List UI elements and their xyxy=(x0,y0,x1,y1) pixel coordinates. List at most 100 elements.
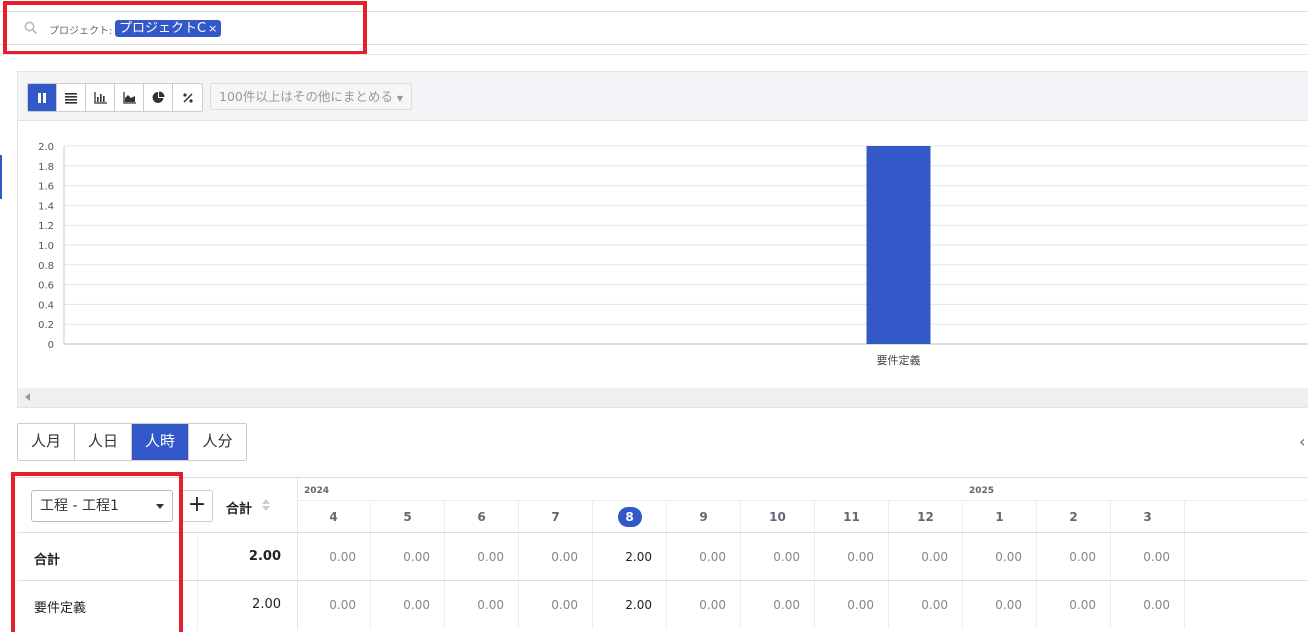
month-header[interactable]: 9 xyxy=(667,501,741,533)
month-header[interactable]: 10 xyxy=(741,501,815,533)
group-others-label: 100件以上はその他にまとめる xyxy=(219,89,393,104)
chart-type-group xyxy=(27,83,203,112)
month-label: 5 xyxy=(403,510,412,524)
months-header: 4 5 6 7 8 9 10 11 12 1 2 3 xyxy=(297,500,1308,533)
y-tick-label: 0.8 xyxy=(38,261,54,272)
table-cell: 0.00 xyxy=(1037,533,1111,581)
month-label: 4 xyxy=(329,510,338,524)
highlight-box-table xyxy=(11,472,183,632)
percent-button[interactable] xyxy=(173,84,202,111)
month-header[interactable]: 12 xyxy=(889,501,963,533)
data-table: 工程 - 工程1 + 合計 2024 2025 4 5 6 7 8 9 10 11 12 1 2 3 … xyxy=(17,477,1308,630)
month-label: 6 xyxy=(477,510,486,524)
app-page: プロジェクト: プロジェクトC × 100件以上はその他にまとめる ▼ 0 0.… xyxy=(0,0,1308,632)
month-label: 12 xyxy=(917,510,934,524)
y-tick-label: 0.2 xyxy=(38,320,54,331)
pause-button[interactable] xyxy=(28,84,57,111)
x-tick-label: 要件定義 xyxy=(877,353,921,367)
left-accent-bar xyxy=(0,155,2,199)
pie-chart-button[interactable] xyxy=(144,84,173,111)
month-label: 2 xyxy=(1069,510,1078,524)
chevron-left-icon[interactable]: ‹ xyxy=(1299,432,1305,451)
table-cell: 0.00 xyxy=(519,533,593,581)
table-cell: 0.00 xyxy=(741,581,815,629)
chart-toolbar: 100件以上はその他にまとめる ▼ xyxy=(18,72,1308,121)
y-tick-label: 1.4 xyxy=(38,201,54,212)
y-tick-label: 0 xyxy=(48,340,54,351)
highlight-box-search xyxy=(3,1,367,55)
add-dimension-button[interactable]: + xyxy=(181,490,213,522)
table-cell: 0.00 xyxy=(741,533,815,581)
unit-button[interactable]: 人分 xyxy=(189,424,246,460)
table-cell: 0.00 xyxy=(445,533,519,581)
table-cell: 0.00 xyxy=(1037,581,1111,629)
table-cell: 0.00 xyxy=(297,533,371,581)
table-cell: 0.00 xyxy=(445,581,519,629)
year-label-2024: 2024 xyxy=(304,486,330,496)
pause-icon xyxy=(38,92,46,103)
y-tick-label: 1.2 xyxy=(38,221,54,232)
table-row: 要件定義 2.00 0.00 0.00 0.00 0.00 2.00 0.00 0.00 0.00… xyxy=(17,580,1308,629)
sort-icon[interactable] xyxy=(262,499,270,511)
y-tick-label: 1.6 xyxy=(38,182,54,193)
unit-button[interactable]: 人月 xyxy=(18,424,75,460)
divider xyxy=(0,54,1308,55)
unit-button[interactable]: 人日 xyxy=(75,424,132,460)
month-header[interactable]: 11 xyxy=(815,501,889,533)
total-column-header[interactable]: 合計 xyxy=(226,498,252,517)
chart-area: 0 0.2 0.4 0.6 0.8 1.0 1.2 1.4 1.6 1.8 2.0 要件定義 xyxy=(18,121,1308,388)
table-cell: 0.00 xyxy=(519,581,593,629)
table-cell: 0.00 xyxy=(1111,533,1185,581)
table-cell: 0.00 xyxy=(815,581,889,629)
table-cell: 0.00 xyxy=(963,533,1037,581)
list-view-button[interactable] xyxy=(57,84,86,111)
bar[interactable] xyxy=(866,146,931,344)
month-header[interactable]: 6 xyxy=(445,501,519,533)
month-header[interactable]: 3 xyxy=(1111,501,1185,533)
horizontal-scrollbar[interactable] xyxy=(18,388,1308,407)
scroll-left-arrow-icon[interactable] xyxy=(25,393,30,401)
row-total: 2.00 xyxy=(252,597,281,612)
table-cell: 0.00 xyxy=(297,581,371,629)
table-cell: 0.00 xyxy=(1111,581,1185,629)
month-header[interactable]: 5 xyxy=(371,501,445,533)
table-cell: 0.00 xyxy=(667,581,741,629)
month-label: 9 xyxy=(699,510,708,524)
table-cell: 0.00 xyxy=(815,533,889,581)
month-header[interactable]: 7 xyxy=(519,501,593,533)
list-icon xyxy=(65,92,77,104)
month-label: 11 xyxy=(843,510,860,524)
month-header[interactable]: 2 xyxy=(1037,501,1111,533)
area-chart-icon xyxy=(122,91,136,104)
table-cell: 0.00 xyxy=(889,581,963,629)
area-chart-button[interactable] xyxy=(115,84,144,111)
month-label: 8 xyxy=(617,507,642,527)
table-cell: 0.00 xyxy=(889,533,963,581)
month-label: 7 xyxy=(551,510,560,524)
year-label-2025: 2025 xyxy=(969,486,995,496)
percent-icon xyxy=(182,92,193,103)
bar-chart-button[interactable] xyxy=(86,84,115,111)
group-others-select[interactable]: 100件以上はその他にまとめる ▼ xyxy=(210,83,412,110)
table-row: 合計 2.00 0.00 0.00 0.00 0.00 2.00 0.00 0.00 0.00 0.… xyxy=(17,532,1308,581)
month-header[interactable]: 4 xyxy=(297,501,371,533)
y-tick-label: 1.0 xyxy=(38,241,54,252)
month-label: 10 xyxy=(769,510,786,524)
unit-toggle-group: 人月 人日 人時 人分 xyxy=(17,423,247,461)
unit-button[interactable]: 人時 xyxy=(132,424,189,460)
table-cell: 0.00 xyxy=(963,581,1037,629)
table-cell: 2.00 xyxy=(593,533,667,581)
bar-chart: 0 0.2 0.4 0.6 0.8 1.0 1.2 1.4 1.6 1.8 2.0 要件定義 xyxy=(38,142,1308,367)
y-tick-label: 0.4 xyxy=(38,300,54,311)
y-tick-label: 0.6 xyxy=(38,281,54,292)
row-total: 2.00 xyxy=(248,549,281,564)
chevron-down-icon: ▼ xyxy=(396,94,403,103)
table-cell: 0.00 xyxy=(371,533,445,581)
chart-panel: 100件以上はその他にまとめる ▼ 0 0.2 0.4 0.6 0.8 1.0 1.2 1.4… xyxy=(17,71,1308,408)
pie-chart-icon xyxy=(152,91,164,103)
bar-chart-icon xyxy=(93,91,107,104)
y-tick-label: 1.8 xyxy=(38,162,54,173)
month-header[interactable]: 8 xyxy=(593,501,667,533)
month-header[interactable]: 1 xyxy=(963,501,1037,533)
table-cell: 0.00 xyxy=(667,533,741,581)
